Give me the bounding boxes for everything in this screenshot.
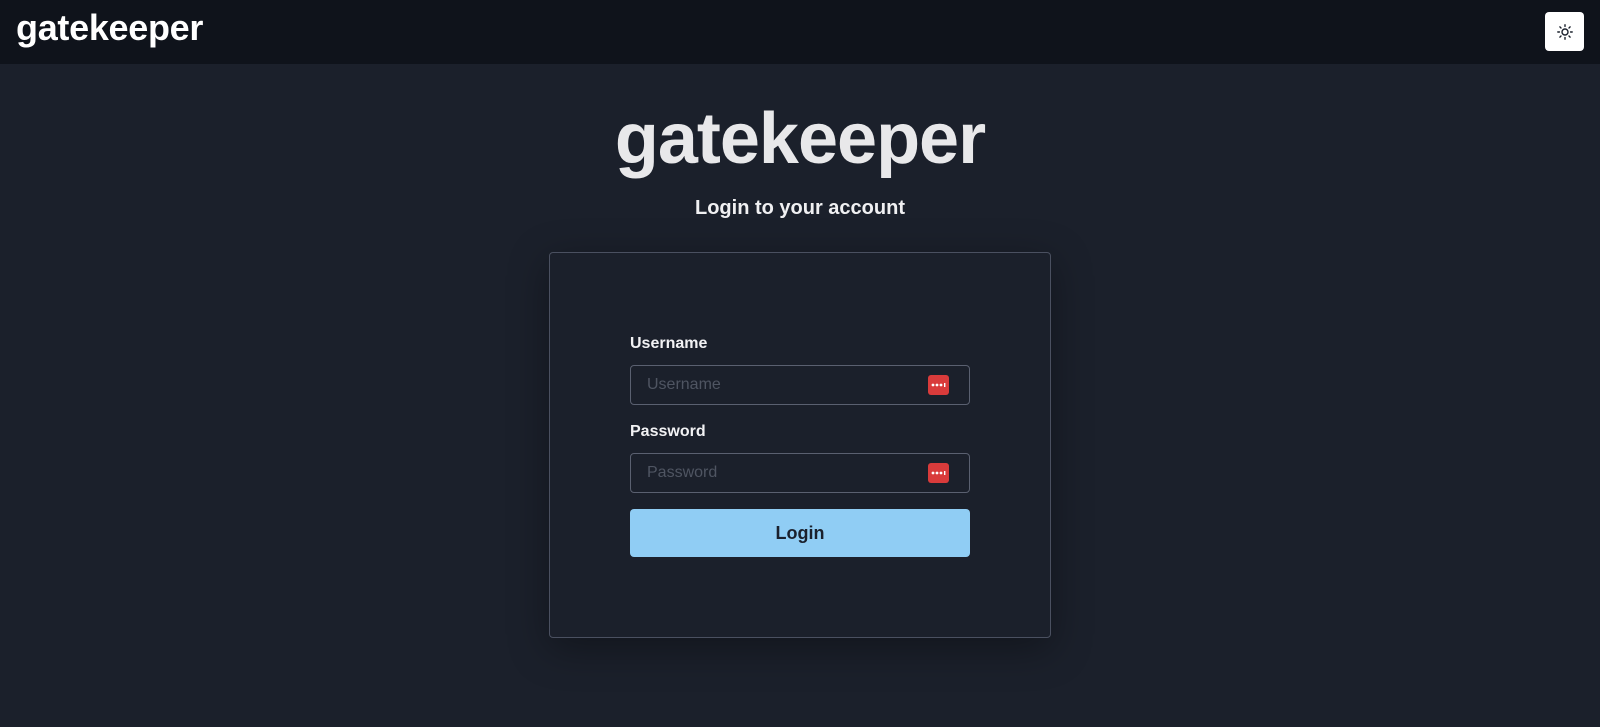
login-button[interactable]: Login — [630, 509, 970, 557]
brand-logo[interactable]: gatekeeper — [16, 7, 203, 49]
password-manager-icon[interactable] — [928, 463, 949, 483]
username-label: Username — [630, 335, 708, 352]
username-field-wrapper — [630, 365, 970, 405]
password-input[interactable] — [631, 454, 921, 492]
page-title: gatekeeper — [614, 99, 986, 179]
password-label: Password — [630, 423, 706, 440]
page-subtitle: Login to your account — [695, 197, 905, 219]
username-input[interactable] — [631, 366, 921, 404]
sun-icon — [1556, 23, 1573, 40]
theme-toggle-button[interactable] — [1545, 12, 1584, 51]
password-field-wrapper — [630, 453, 970, 493]
password-manager-icon[interactable] — [928, 375, 949, 395]
login-form-card: Username Password Login — [549, 252, 1051, 638]
top-navbar: gatekeeper — [0, 0, 1600, 64]
